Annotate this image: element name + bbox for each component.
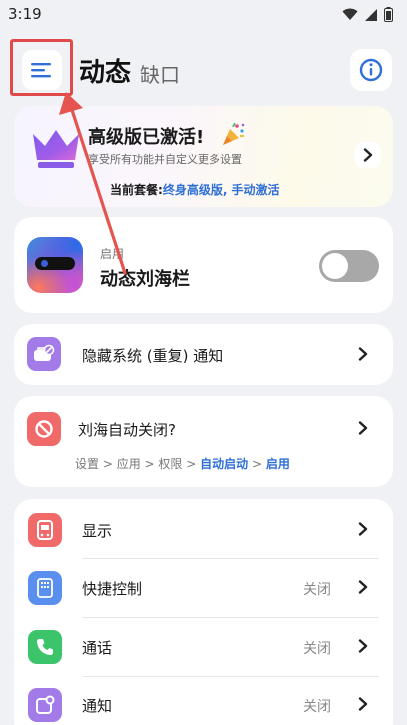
chevron-right-icon — [358, 347, 368, 361]
toggle-knob — [322, 253, 348, 279]
breadcrumb-item: 权限 — [158, 457, 183, 471]
chevron-right-icon — [358, 639, 368, 653]
breadcrumb: 设置 > 应用 > 权限 > 自动启动 > 启用 — [75, 455, 290, 472]
battery-icon — [384, 7, 393, 22]
chevron-right-icon — [358, 697, 368, 711]
notch-pill-graphic — [35, 257, 75, 270]
status-bar: 3:19 — [0, 0, 407, 30]
notch-card: 启用 动态刘海栏 — [14, 217, 393, 313]
auto-close-label: 刘海自动关闭? — [78, 421, 176, 439]
premium-title: 高级版已激活! — [88, 127, 205, 148]
settings-item-value: 关闭 — [303, 699, 331, 715]
settings-item-display[interactable]: 显示 — [14, 499, 393, 558]
signal-icon — [365, 8, 377, 21]
settings-card: 显示 快捷控制 关闭 通话 关闭 通知 关闭 — [14, 499, 393, 725]
settings-item-label: 显示 — [82, 522, 113, 540]
status-time: 3:19 — [8, 5, 42, 23]
app-icon — [27, 237, 83, 293]
notification-icon — [28, 688, 62, 722]
settings-item-label: 通知 — [82, 697, 113, 715]
info-icon — [359, 58, 383, 82]
settings-item-value: 关闭 — [303, 641, 331, 657]
menu-highlight-box — [10, 39, 73, 96]
premium-card[interactable]: 高级版已激活! 享受所有功能并自定义更多设置 当前套餐:终身高级版, 手动激活 — [14, 106, 393, 207]
breadcrumb-separator: > — [140, 457, 159, 471]
breadcrumb-separator: > — [182, 457, 201, 471]
premium-plan: 当前套餐:终身高级版, 手动激活 — [110, 181, 280, 198]
premium-description: 享受所有功能并自定义更多设置 — [88, 153, 242, 166]
settings-item-notification[interactable]: 通知 关闭 — [14, 677, 393, 725]
breadcrumb-separator: > — [99, 457, 117, 471]
notification-off-icon — [27, 337, 61, 371]
page-title: 动态 — [79, 58, 132, 88]
status-icons — [342, 7, 393, 22]
hide-notifications-label: 隐藏系统 (重复) 通知 — [82, 347, 224, 365]
phone-icon — [28, 630, 62, 664]
ban-icon — [27, 412, 61, 446]
settings-item-label: 快捷控制 — [82, 580, 143, 598]
chevron-right-icon — [358, 522, 368, 536]
quick-control-icon — [28, 571, 62, 605]
breadcrumb-item-link: 自动启动 — [200, 457, 249, 471]
party-popper-icon — [223, 122, 245, 145]
hide-notifications-card[interactable]: 隐藏系统 (重复) 通知 — [14, 324, 393, 385]
settings-item-call[interactable]: 通话 关闭 — [14, 618, 393, 676]
chevron-right-icon — [358, 580, 368, 594]
breadcrumb-item-link: 启用 — [265, 457, 290, 471]
plan-value: 终身高级版, 手动激活 — [162, 183, 280, 197]
breadcrumb-item: 设置 — [75, 457, 100, 471]
breadcrumb-separator: > — [248, 457, 266, 471]
chevron-right-icon — [358, 421, 368, 435]
info-button[interactable] — [350, 49, 392, 91]
settings-item-value: 关闭 — [303, 582, 331, 598]
display-icon — [28, 513, 62, 547]
premium-arrow-button[interactable] — [355, 142, 381, 168]
notch-status-label: 启用 — [100, 247, 125, 261]
notch-toggle[interactable] — [319, 250, 379, 282]
settings-item-label: 通话 — [82, 639, 113, 657]
plan-label: 当前套餐: — [110, 183, 163, 197]
crown-icon — [33, 130, 79, 168]
notch-title: 动态刘海栏 — [100, 269, 190, 290]
chevron-right-icon — [363, 148, 373, 162]
wifi-icon — [342, 8, 358, 20]
settings-item-quick-control[interactable]: 快捷控制 关闭 — [14, 559, 393, 617]
auto-close-card[interactable]: 刘海自动关闭? 设置 > 应用 > 权限 > 自动启动 > 启用 — [14, 396, 393, 487]
page-subtitle: 缺口 — [140, 63, 180, 87]
breadcrumb-item: 应用 — [116, 457, 141, 471]
